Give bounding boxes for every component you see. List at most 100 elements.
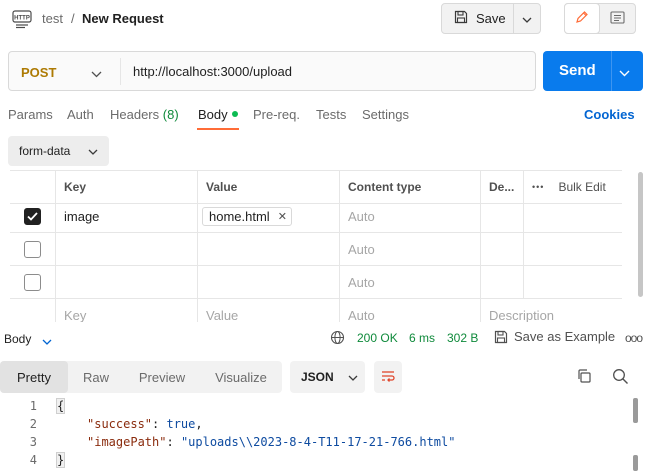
url-divider	[120, 58, 121, 85]
line-number: 3	[29, 435, 37, 449]
cookies-link[interactable]: Cookies	[584, 107, 635, 122]
status-code[interactable]: 200 OK	[357, 331, 398, 345]
content-type-cell[interactable]: Auto	[339, 233, 480, 265]
row-enable-cell	[10, 233, 55, 265]
table-actions: ••• Bulk Edit	[523, 171, 622, 203]
tab-prerequest[interactable]: Pre-req.	[253, 107, 300, 122]
response-section-title[interactable]: Body	[4, 332, 31, 346]
close-icon[interactable]: ✕	[278, 210, 287, 223]
value-cell[interactable]	[197, 233, 339, 265]
column-header-key: Key	[55, 171, 197, 203]
line-number: 4	[29, 453, 37, 467]
key-cell[interactable]: image	[55, 200, 197, 232]
http-icon: HTTP	[12, 9, 32, 29]
response-header: Body 200 OK 6 ms 302 B Save as Example o…	[0, 322, 645, 354]
description-cell[interactable]	[480, 233, 523, 265]
code-line: 1 {	[0, 398, 635, 417]
request-name[interactable]: New Request	[82, 11, 164, 26]
wrap-lines-button[interactable]	[374, 361, 402, 393]
code-scrollbar-lower[interactable]	[633, 455, 638, 471]
code-line: 3 "imagePath": "uploads\\2023-8-4-T11-17…	[0, 435, 635, 453]
table-scrollbar[interactable]	[638, 172, 643, 297]
key-cell[interactable]	[55, 266, 197, 298]
svg-text:HTTP: HTTP	[14, 16, 30, 22]
url-input[interactable]: http://localhost:3000/upload	[133, 64, 292, 79]
save-button-label: Save	[476, 11, 506, 26]
search-icon[interactable]	[612, 368, 629, 388]
tab-tests[interactable]: Tests	[316, 107, 346, 122]
save-button-group: Save	[441, 3, 541, 34]
body-type-dropdown[interactable]: form-data	[8, 136, 109, 166]
tab-body[interactable]: Body	[198, 107, 238, 122]
row-enable-checkbox[interactable]	[24, 207, 41, 225]
headers-count: (8)	[162, 107, 179, 122]
save-as-example-button[interactable]: Save as Example	[494, 329, 615, 344]
chevron-down-icon	[348, 370, 358, 384]
tab-auth[interactable]: Auth	[67, 107, 94, 122]
bulk-edit-button[interactable]: Bulk Edit	[558, 180, 605, 194]
content-type-cell[interactable]: Auto	[339, 200, 480, 232]
file-chip: home.html ✕	[202, 206, 292, 226]
more-options-button[interactable]: •••	[532, 182, 544, 192]
edit-mode-button[interactable]	[564, 3, 600, 34]
save-as-example-label: Save as Example	[514, 329, 616, 344]
content-type-cell[interactable]: Auto	[339, 266, 480, 298]
key-input[interactable]: Key	[55, 299, 197, 322]
row-enable-cell	[10, 299, 55, 322]
tab-headers[interactable]: Headers (8)	[110, 107, 179, 122]
code-text: }	[55, 452, 66, 468]
code-scrollbar[interactable]	[633, 398, 638, 423]
checkmark-icon	[27, 211, 38, 221]
column-header-content-type: Content type	[339, 171, 480, 203]
save-icon	[454, 10, 468, 27]
response-time[interactable]: 6 ms	[409, 331, 435, 345]
tab-params[interactable]: Params	[8, 107, 53, 122]
format-dropdown[interactable]: JSON	[290, 361, 365, 393]
response-body-viewer[interactable]: 1 { 2 "success": true, 3 "imagePath": "u…	[0, 398, 635, 471]
code-line: 2 "success": true,	[0, 417, 635, 435]
view-mode-toggle	[564, 3, 636, 34]
send-button[interactable]: Send	[559, 62, 596, 79]
code-line: 4 }	[0, 452, 635, 471]
send-button-group: Send	[543, 51, 643, 91]
view-tab-preview[interactable]: Preview	[124, 361, 200, 393]
row-enable-checkbox[interactable]	[24, 273, 41, 291]
value-cell[interactable]	[197, 266, 339, 298]
chevron-down-icon[interactable]	[619, 65, 630, 80]
value-cell[interactable]: home.html ✕	[197, 200, 339, 232]
view-tab-raw[interactable]: Raw	[68, 361, 124, 393]
chevron-down-icon[interactable]	[42, 333, 52, 348]
row-actions-cell	[523, 200, 622, 232]
method-select[interactable]: POST	[21, 65, 56, 80]
copy-icon[interactable]	[576, 368, 592, 387]
request-header: HTTP test / New Request Save	[0, 0, 645, 38]
request-tabs: Params Auth Headers (8) Body Pre-req. Te…	[0, 104, 645, 130]
response-size[interactable]: 302 B	[447, 331, 478, 345]
column-header-description: De...	[480, 171, 523, 203]
breadcrumb-collection[interactable]: test	[42, 11, 63, 26]
chevron-down-icon[interactable]	[91, 66, 102, 81]
description-cell[interactable]	[480, 200, 523, 232]
content-type-input[interactable]: Auto	[339, 299, 480, 322]
new-entry-row: Key Value Auto Description	[10, 299, 622, 322]
view-tab-pretty[interactable]: Pretty	[0, 361, 68, 393]
view-tab-visualize[interactable]: Visualize	[200, 361, 282, 393]
row-enable-checkbox[interactable]	[24, 240, 41, 258]
description-input[interactable]: Description	[480, 299, 622, 322]
save-button[interactable]: Save	[442, 4, 514, 33]
key-cell[interactable]	[55, 233, 197, 265]
table-row: Auto	[10, 233, 622, 266]
row-enable-cell	[10, 200, 55, 232]
tab-settings[interactable]: Settings	[362, 107, 409, 122]
documentation-mode-button[interactable]	[600, 4, 635, 33]
value-input[interactable]: Value	[197, 299, 339, 322]
document-icon	[610, 10, 625, 27]
globe-icon[interactable]	[330, 330, 345, 348]
body-type-label: form-data	[19, 144, 71, 158]
format-label: JSON	[301, 370, 334, 384]
header-checkbox-cell	[10, 171, 55, 203]
response-more-button[interactable]: ooo	[625, 331, 643, 345]
save-options-dropdown[interactable]	[514, 4, 540, 33]
wrap-lines-icon	[380, 369, 396, 386]
description-cell[interactable]	[480, 266, 523, 298]
